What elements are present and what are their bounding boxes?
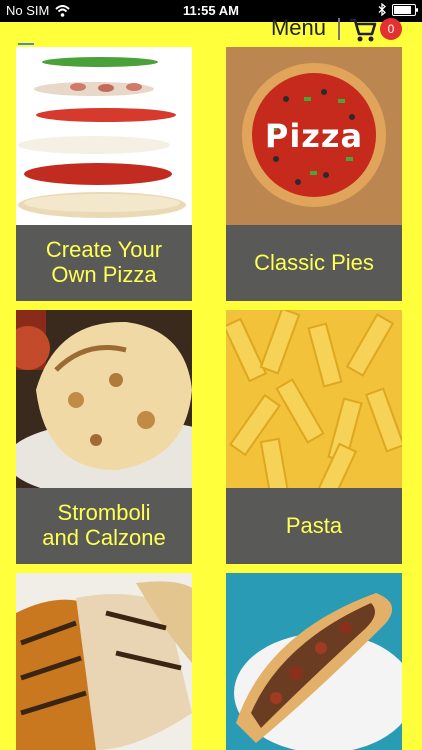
tile-label: Classic Pies [226, 225, 402, 301]
tile-label: Pasta [226, 488, 402, 564]
tile-classic-pies[interactable]: Pizza Classic Pies [226, 47, 402, 301]
penne-image [226, 310, 402, 488]
app-header: Menu 0 [0, 15, 422, 53]
cheesesteak-image [226, 573, 402, 750]
tile-label: Stromboli and Calzone [16, 488, 192, 564]
pizza-image: Pizza [226, 47, 402, 225]
tile-label: Create Your Own Pizza [16, 225, 192, 301]
header-divider [338, 18, 340, 40]
tile-stromboli-calzone[interactable]: Stromboli and Calzone [16, 310, 192, 564]
tile-pasta[interactable]: Pasta [226, 310, 402, 564]
status-right [378, 3, 418, 16]
cart-icon[interactable] [348, 16, 378, 44]
pizza-lettering: Pizza [264, 117, 364, 155]
bluetooth-icon [378, 3, 386, 16]
menu-title[interactable]: Menu [271, 15, 326, 41]
battery-icon [392, 3, 418, 16]
tile-sandwiches[interactable] [226, 573, 402, 750]
grilled-chicken-image [16, 573, 192, 750]
cart-count-badge[interactable]: 0 [380, 18, 402, 40]
tile-grilled-chicken[interactable] [16, 573, 192, 750]
calzone-image [16, 310, 192, 488]
pizza-layers-image [16, 47, 192, 225]
tile-create-your-own-pizza[interactable]: Create Your Own Pizza [16, 47, 192, 301]
